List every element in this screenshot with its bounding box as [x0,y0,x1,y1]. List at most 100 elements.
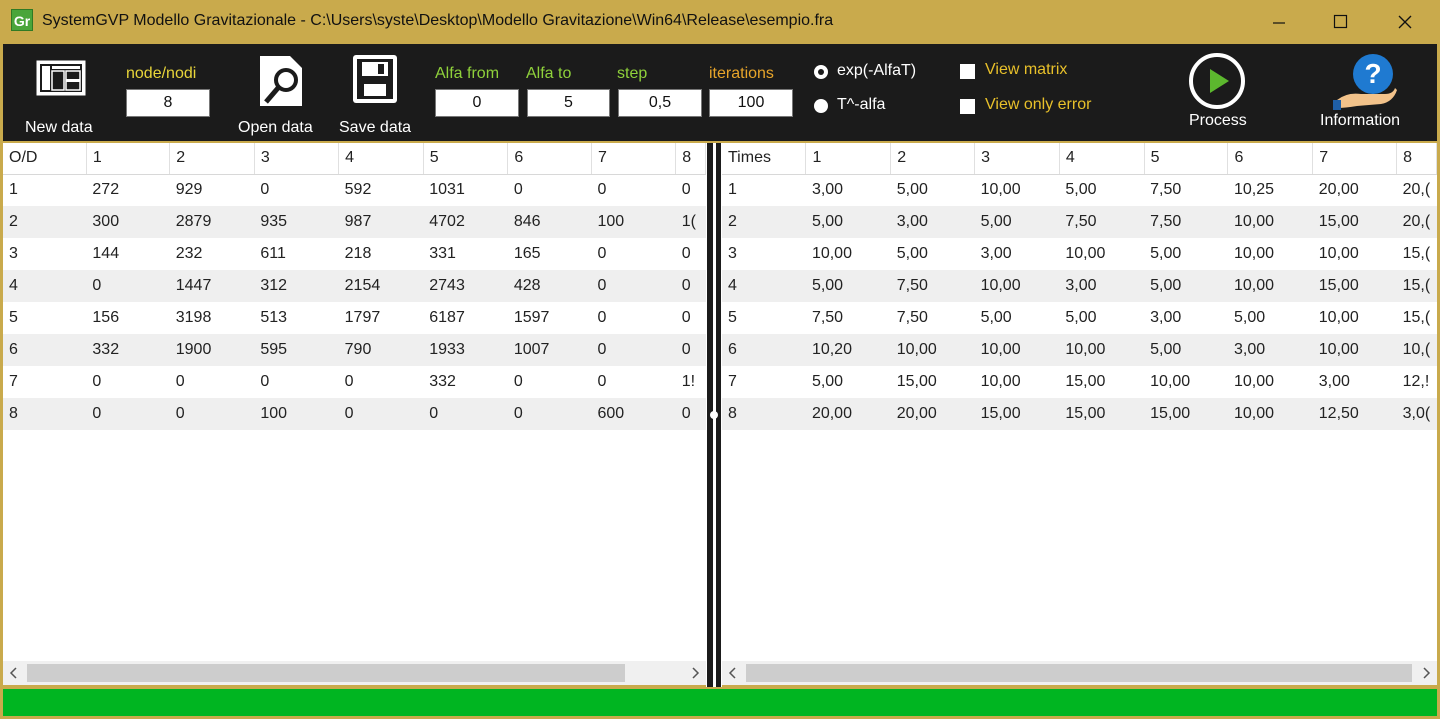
times-cell[interactable]: 5,00 [1144,238,1228,270]
times-cell[interactable]: 10,00 [1227,398,1313,430]
times-cell[interactable]: 3,00 [1059,270,1145,302]
times-column-header[interactable]: 8 [1396,143,1437,175]
od-row-header[interactable]: 2 [3,206,87,238]
times-cell[interactable]: 10,00 [1227,270,1313,302]
od-column-header[interactable]: 7 [591,143,677,175]
od-cell[interactable]: 0 [508,174,592,206]
times-cell[interactable]: 5,00 [1144,334,1228,366]
times-cell[interactable]: 10,00 [1228,238,1313,270]
od-cell[interactable]: 0 [86,398,170,430]
od-cell[interactable]: 513 [254,302,338,334]
times-cell[interactable]: 10,00 [1312,334,1397,366]
times-cell[interactable]: 20,00 [890,398,975,430]
od-cell[interactable]: 0 [508,366,592,398]
od-cell[interactable]: 1933 [423,334,508,366]
od-row-header[interactable]: 1 [3,174,86,206]
title-bar[interactable]: Gr SystemGVP Modello Gravitazionale - C:… [0,0,1440,44]
times-cell[interactable]: 5,00 [1144,270,1228,302]
table-row[interactable]: 1 3,00 5,00 10,00 5,00 7,50 10,25 20,00 20,( [722,174,1437,206]
times-cell[interactable]: 15,00 [974,398,1060,430]
information-button[interactable]: ? Information [1315,50,1415,136]
od-column-header[interactable]: 2 [169,143,255,175]
od-cell[interactable]: 2743 [423,270,508,302]
scroll-right-arrow-icon[interactable] [1415,661,1437,685]
radio-exp-option[interactable]: exp(-AlfaT) [811,62,931,84]
od-column-header[interactable]: 1 [86,143,171,175]
od-cell[interactable]: 0 [591,238,675,270]
od-column-header[interactable]: 3 [254,143,340,175]
table-row[interactable]: 4 0 1447 312 2154 2743 428 0 0 [3,270,706,302]
times-cell[interactable]: 12,50 [1312,398,1397,430]
times-cell[interactable]: 10,00 [806,238,891,270]
times-cell[interactable]: 15,( [1397,238,1437,270]
times-cell[interactable]: 3,00 [1144,302,1228,334]
times-cell[interactable]: 10,00 [1313,302,1397,334]
times-row-header[interactable]: 1 [722,174,806,206]
table-row[interactable]: 2 5,00 3,00 5,00 7,50 7,50 10,00 15,00 20,( [722,206,1437,238]
od-cell[interactable]: 0 [254,366,338,398]
od-cell[interactable]: 0 [591,334,676,366]
od-cell[interactable]: 987 [338,206,424,238]
od-cell[interactable]: 0 [591,270,676,302]
od-cell[interactable]: 0 [676,174,706,206]
times-cell[interactable]: 20,00 [1313,174,1397,206]
times-cell[interactable]: 10,00 [890,334,975,366]
od-cell[interactable]: 0 [86,366,169,398]
view-only-error-checkbox[interactable] [960,99,975,114]
od-cell[interactable]: 592 [339,174,424,206]
times-cell[interactable]: 3,0( [1396,398,1437,430]
times-cell[interactable]: 15,( [1396,270,1437,302]
times-cell[interactable]: 5,00 [975,302,1060,334]
times-cell[interactable]: 10,20 [805,334,891,366]
od-cell[interactable]: 790 [338,334,424,366]
scroll-left-arrow-icon[interactable] [722,661,744,685]
radio-exp-button[interactable] [814,65,828,79]
od-cell[interactable]: 1031 [423,174,508,206]
od-cell[interactable]: 232 [170,238,255,270]
times-cell[interactable]: 20,00 [805,398,891,430]
od-cell[interactable]: 0 [675,398,706,430]
od-matrix-grid[interactable]: O/D 1 2 3 4 5 6 7 8 1 272 929 0 592 1031 0 0 0 2 300 2879 93… [3,143,706,685]
times-cell[interactable]: 7,50 [1144,206,1228,238]
step-input[interactable] [618,89,702,117]
times-cell[interactable]: 7,50 [806,302,891,334]
scroll-left-arrow-icon[interactable] [3,661,25,685]
new-data-button[interactable]: New data [23,50,99,136]
od-row-header[interactable]: 5 [3,302,86,334]
times-cell[interactable]: 15,( [1397,302,1437,334]
times-row-header[interactable]: 5 [722,302,806,334]
times-cell[interactable]: 5,00 [974,206,1060,238]
od-cell[interactable]: 0 [423,398,508,430]
times-cell[interactable]: 15,00 [891,366,975,398]
times-cell[interactable]: 3,00 [1227,334,1313,366]
alfa-to-input[interactable] [527,89,610,117]
table-row[interactable]: 7 0 0 0 0 332 0 0 1! [3,366,706,398]
radio-talfa-option[interactable]: T^-alfa [811,96,931,118]
scroll-right-arrow-icon[interactable] [684,661,706,685]
times-cell[interactable]: 20,( [1397,174,1437,206]
times-cell[interactable]: 10,00 [1313,238,1397,270]
times-cell[interactable]: 3,00 [890,206,975,238]
times-cell[interactable]: 7,50 [890,270,975,302]
times-cell[interactable]: 10,00 [1059,334,1145,366]
nodes-input[interactable] [126,89,210,117]
alfa-from-input[interactable] [435,89,519,117]
times-cell[interactable]: 5,00 [805,270,891,302]
table-row[interactable]: 5 156 3198 513 1797 6187 1597 0 0 [3,302,706,334]
od-cell[interactable]: 3198 [170,302,255,334]
panel-splitter[interactable] [706,143,722,687]
times-cell[interactable]: 5,00 [805,206,891,238]
od-cell[interactable]: 1007 [507,334,592,366]
times-cell[interactable]: 10,25 [1228,174,1313,206]
od-cell[interactable]: 272 [86,174,169,206]
table-row[interactable]: 3 10,00 5,00 3,00 10,00 5,00 10,00 10,00 15,( [722,238,1437,270]
times-cell[interactable]: 10,00 [974,334,1060,366]
times-cell[interactable]: 5,00 [891,174,975,206]
od-column-header[interactable]: O/D [3,143,87,175]
minimize-button[interactable] [1256,0,1302,44]
times-cell[interactable]: 5,00 [1059,174,1144,206]
od-row-header[interactable]: 3 [3,238,86,270]
times-column-header[interactable]: 1 [805,143,892,175]
od-row-header[interactable]: 6 [3,334,87,366]
od-cell[interactable]: 935 [254,206,339,238]
